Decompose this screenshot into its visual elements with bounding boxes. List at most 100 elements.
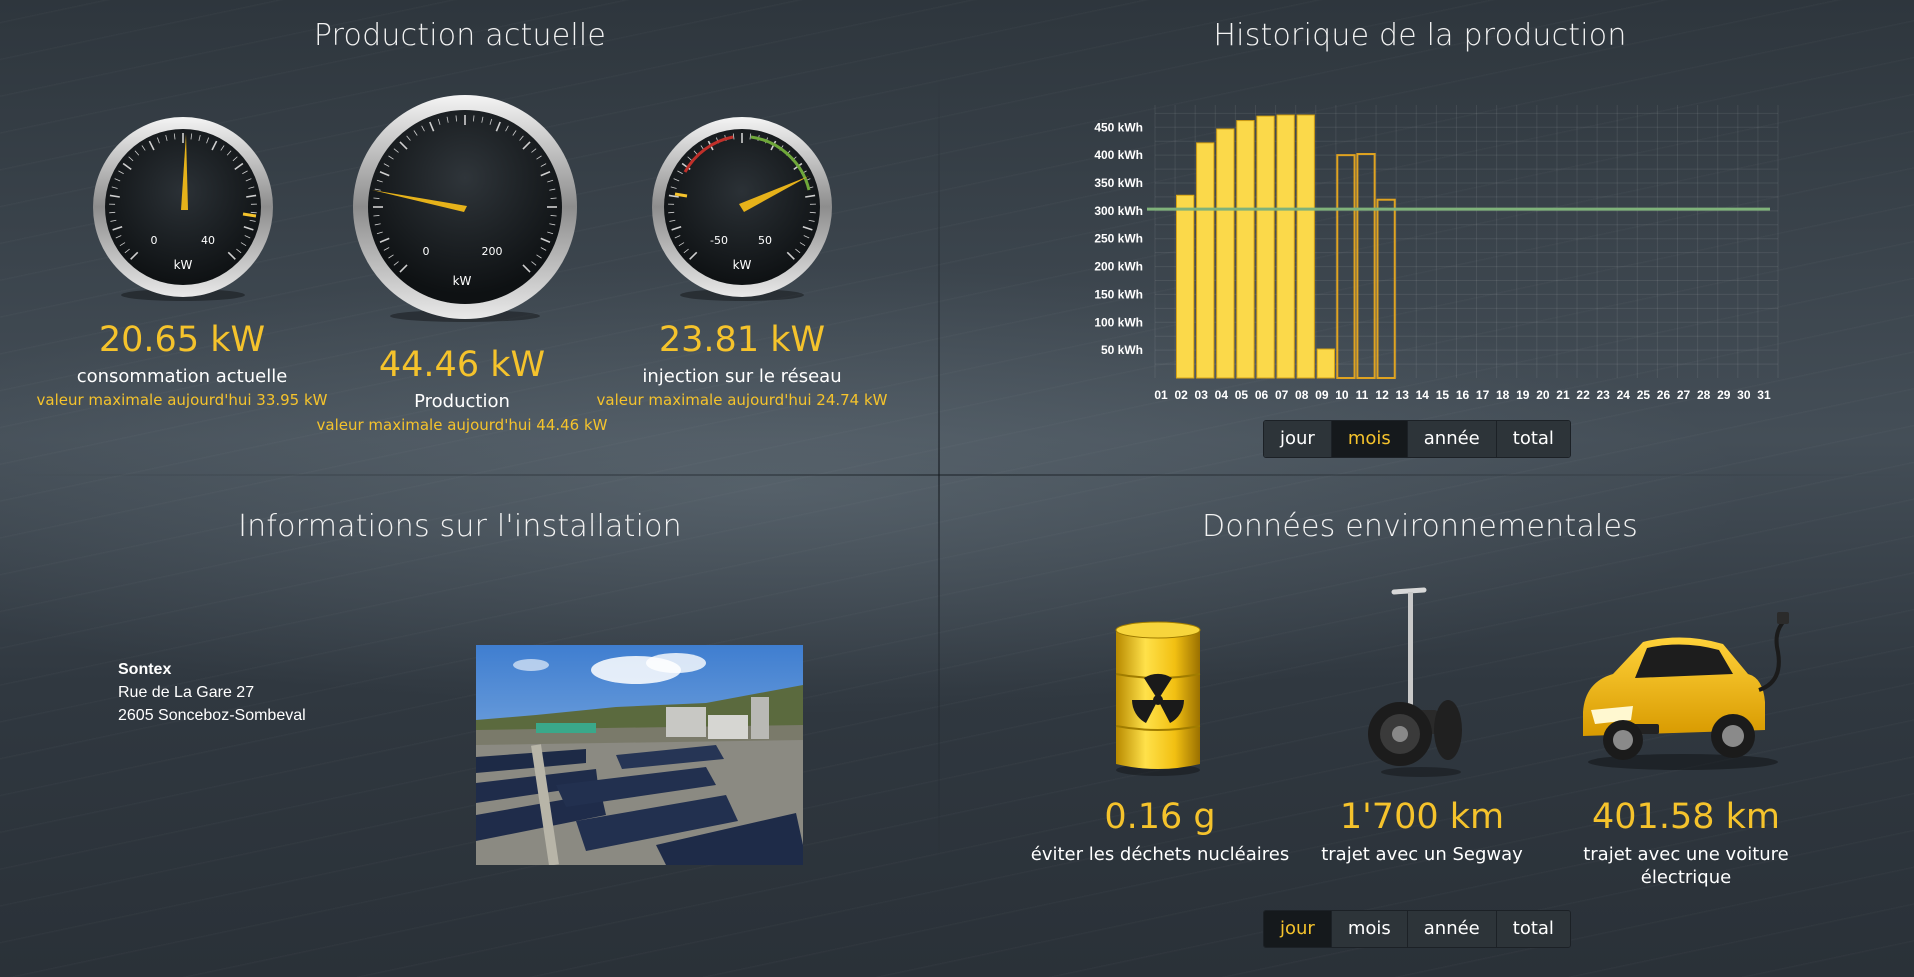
gauge-tick-label: 0 [151, 234, 158, 247]
history-period-tabs: jour mois année total [1263, 420, 1571, 458]
chart-y-tick-label: 50 kWh [1101, 343, 1143, 357]
injection-gauge: -50 50 kW [652, 117, 832, 301]
gauge-unit-label: kW [733, 258, 752, 272]
gauge-unit-label: kW [174, 258, 193, 272]
chart-bar [1376, 198, 1396, 380]
nuclear-waste-value: 0.16 g [1104, 797, 1216, 837]
chart-x-tick-label: 28 [1697, 388, 1711, 402]
chart-x-tick-label: 23 [1596, 388, 1610, 402]
chart-x-tick-label: 06 [1255, 388, 1269, 402]
consumption-gauge: 0 40 kW [93, 117, 273, 301]
segway-value: 1'700 km [1339, 797, 1505, 837]
chart-bar [1316, 348, 1335, 379]
chart-y-tick-label: 250 kWh [1094, 232, 1143, 246]
chart-x-tick-label: 25 [1637, 388, 1651, 402]
chart-bar [1256, 115, 1275, 379]
chart-x-tick-label: 30 [1737, 388, 1751, 402]
chart-x-tick-label: 15 [1436, 388, 1450, 402]
gauge-tick-label: 200 [482, 245, 503, 258]
radioactive-barrel-icon [1115, 621, 1201, 776]
chart-x-tick-label: 02 [1174, 388, 1188, 402]
chart-y-tick-label: 150 kWh [1094, 287, 1143, 301]
chart-x-tick-label: 11 [1356, 388, 1369, 402]
chart-x-tick-label: 29 [1717, 388, 1731, 402]
segway-label: trajet avec un Segway [1321, 844, 1523, 865]
chart-y-tick-label: 350 kWh [1094, 176, 1143, 190]
chart-y-tick-label: 400 kWh [1094, 148, 1143, 162]
injection-label: injection sur le réseau [642, 366, 842, 387]
chart-x-tick-label: 27 [1677, 388, 1691, 402]
chart-x-tick-label: 31 [1757, 388, 1771, 402]
injection-max: valeur maximale aujourd'hui 24.74 kW [596, 391, 888, 409]
chart-x-tick-label: 14 [1416, 388, 1430, 402]
chart-x-tick-label: 05 [1235, 388, 1249, 402]
installation-org: Sontex [118, 661, 172, 678]
max-marker [674, 192, 688, 198]
installation-address: Sontex Rue de La Gare 27 2605 Sonceboz-S… [118, 658, 306, 727]
gauge-tick-label: 40 [201, 234, 215, 247]
chart-x-tick-label: 12 [1375, 388, 1389, 402]
environment-tab-total[interactable]: total [1496, 911, 1570, 947]
segway-icon [1368, 587, 1462, 777]
production-history-chart: 50 kWh 100 kWh 150 kWh 200 kWh 250 kWh 300 kW… [1094, 105, 1779, 402]
installation-city: 2605 Sonceboz-Sombeval [118, 707, 306, 724]
environment-tab-jour[interactable]: jour [1264, 911, 1332, 947]
production-max: valeur maximale aujourd'hui 44.46 kW [316, 416, 608, 434]
environment-period-tabs: jour mois année total [1263, 910, 1571, 948]
chart-x-tick-label: 17 [1476, 388, 1490, 402]
chart-y-tick-label: 450 kWh [1094, 120, 1143, 134]
horizontal-divider [0, 474, 1914, 476]
chart-x-tick-label: 10 [1335, 388, 1349, 402]
history-tab-mois[interactable]: mois [1331, 421, 1408, 457]
chart-y-tick-label: 300 kWh [1094, 204, 1143, 218]
installation-title: Informations sur l'installation [238, 509, 682, 544]
chart-y-tick-label: 200 kWh [1094, 260, 1143, 274]
chart-x-tick-label: 26 [1657, 388, 1671, 402]
chart-bar [1236, 120, 1255, 379]
chart-x-tick-label: 22 [1576, 388, 1590, 402]
electric-car-label: trajet avec une voiture électrique [1583, 844, 1789, 888]
production-label: Production [414, 391, 510, 412]
gauge-unit-label: kW [453, 274, 472, 288]
consumption-value: 20.65 kW [98, 320, 266, 360]
chart-x-tick-label: 16 [1456, 388, 1470, 402]
current-production-title: Production actuelle [313, 18, 607, 53]
electric-car-value: 401.58 km [1592, 797, 1780, 837]
chart-x-tick-label: 19 [1516, 388, 1530, 402]
injection-value: 23.81 kW [658, 320, 826, 360]
history-title: Historique de la production [1213, 18, 1627, 53]
chart-x-tick-label: 09 [1315, 388, 1329, 402]
production-value: 44.46 kW [378, 345, 546, 385]
installation-street: Rue de La Gare 27 [118, 684, 255, 701]
gauge-tick-label: -50 [710, 234, 728, 247]
gauge-tick-label: 50 [758, 234, 772, 247]
vertical-divider [938, 70, 940, 870]
chart-bar [1276, 114, 1295, 379]
chart-x-tick-label: 07 [1275, 388, 1289, 402]
environment-tab-mois[interactable]: mois [1331, 911, 1408, 947]
chart-bar [1296, 114, 1315, 379]
electric-car-icon [1583, 612, 1789, 770]
production-gauge: 0 200 kW [353, 95, 577, 322]
chart-x-tick-label: 03 [1195, 388, 1209, 402]
chart-x-tick-label: 21 [1556, 388, 1570, 402]
environment-tab-annee[interactable]: année [1407, 911, 1497, 947]
consumption-label: consommation actuelle [76, 366, 288, 387]
nuclear-waste-label: éviter les déchets nucléaires [1030, 844, 1290, 865]
chart-x-tick-label: 01 [1154, 388, 1168, 402]
chart-bar [1176, 194, 1195, 379]
max-marker [242, 212, 257, 218]
consumption-max: valeur maximale aujourd'hui 33.95 kW [36, 391, 328, 409]
gauge-tick-label: 0 [423, 245, 430, 258]
chart-y-tick-label: 100 kWh [1094, 315, 1143, 329]
chart-x-tick-label: 13 [1396, 388, 1410, 402]
history-tab-jour[interactable]: jour [1264, 421, 1332, 457]
chart-bar [1356, 153, 1376, 380]
chart-bar [1216, 128, 1235, 379]
history-tab-annee[interactable]: année [1407, 421, 1497, 457]
installation-photo [476, 645, 803, 865]
chart-bar [1196, 142, 1215, 379]
history-tab-total[interactable]: total [1496, 421, 1570, 457]
chart-x-tick-label: 04 [1215, 388, 1229, 402]
chart-x-tick-label: 20 [1536, 388, 1550, 402]
